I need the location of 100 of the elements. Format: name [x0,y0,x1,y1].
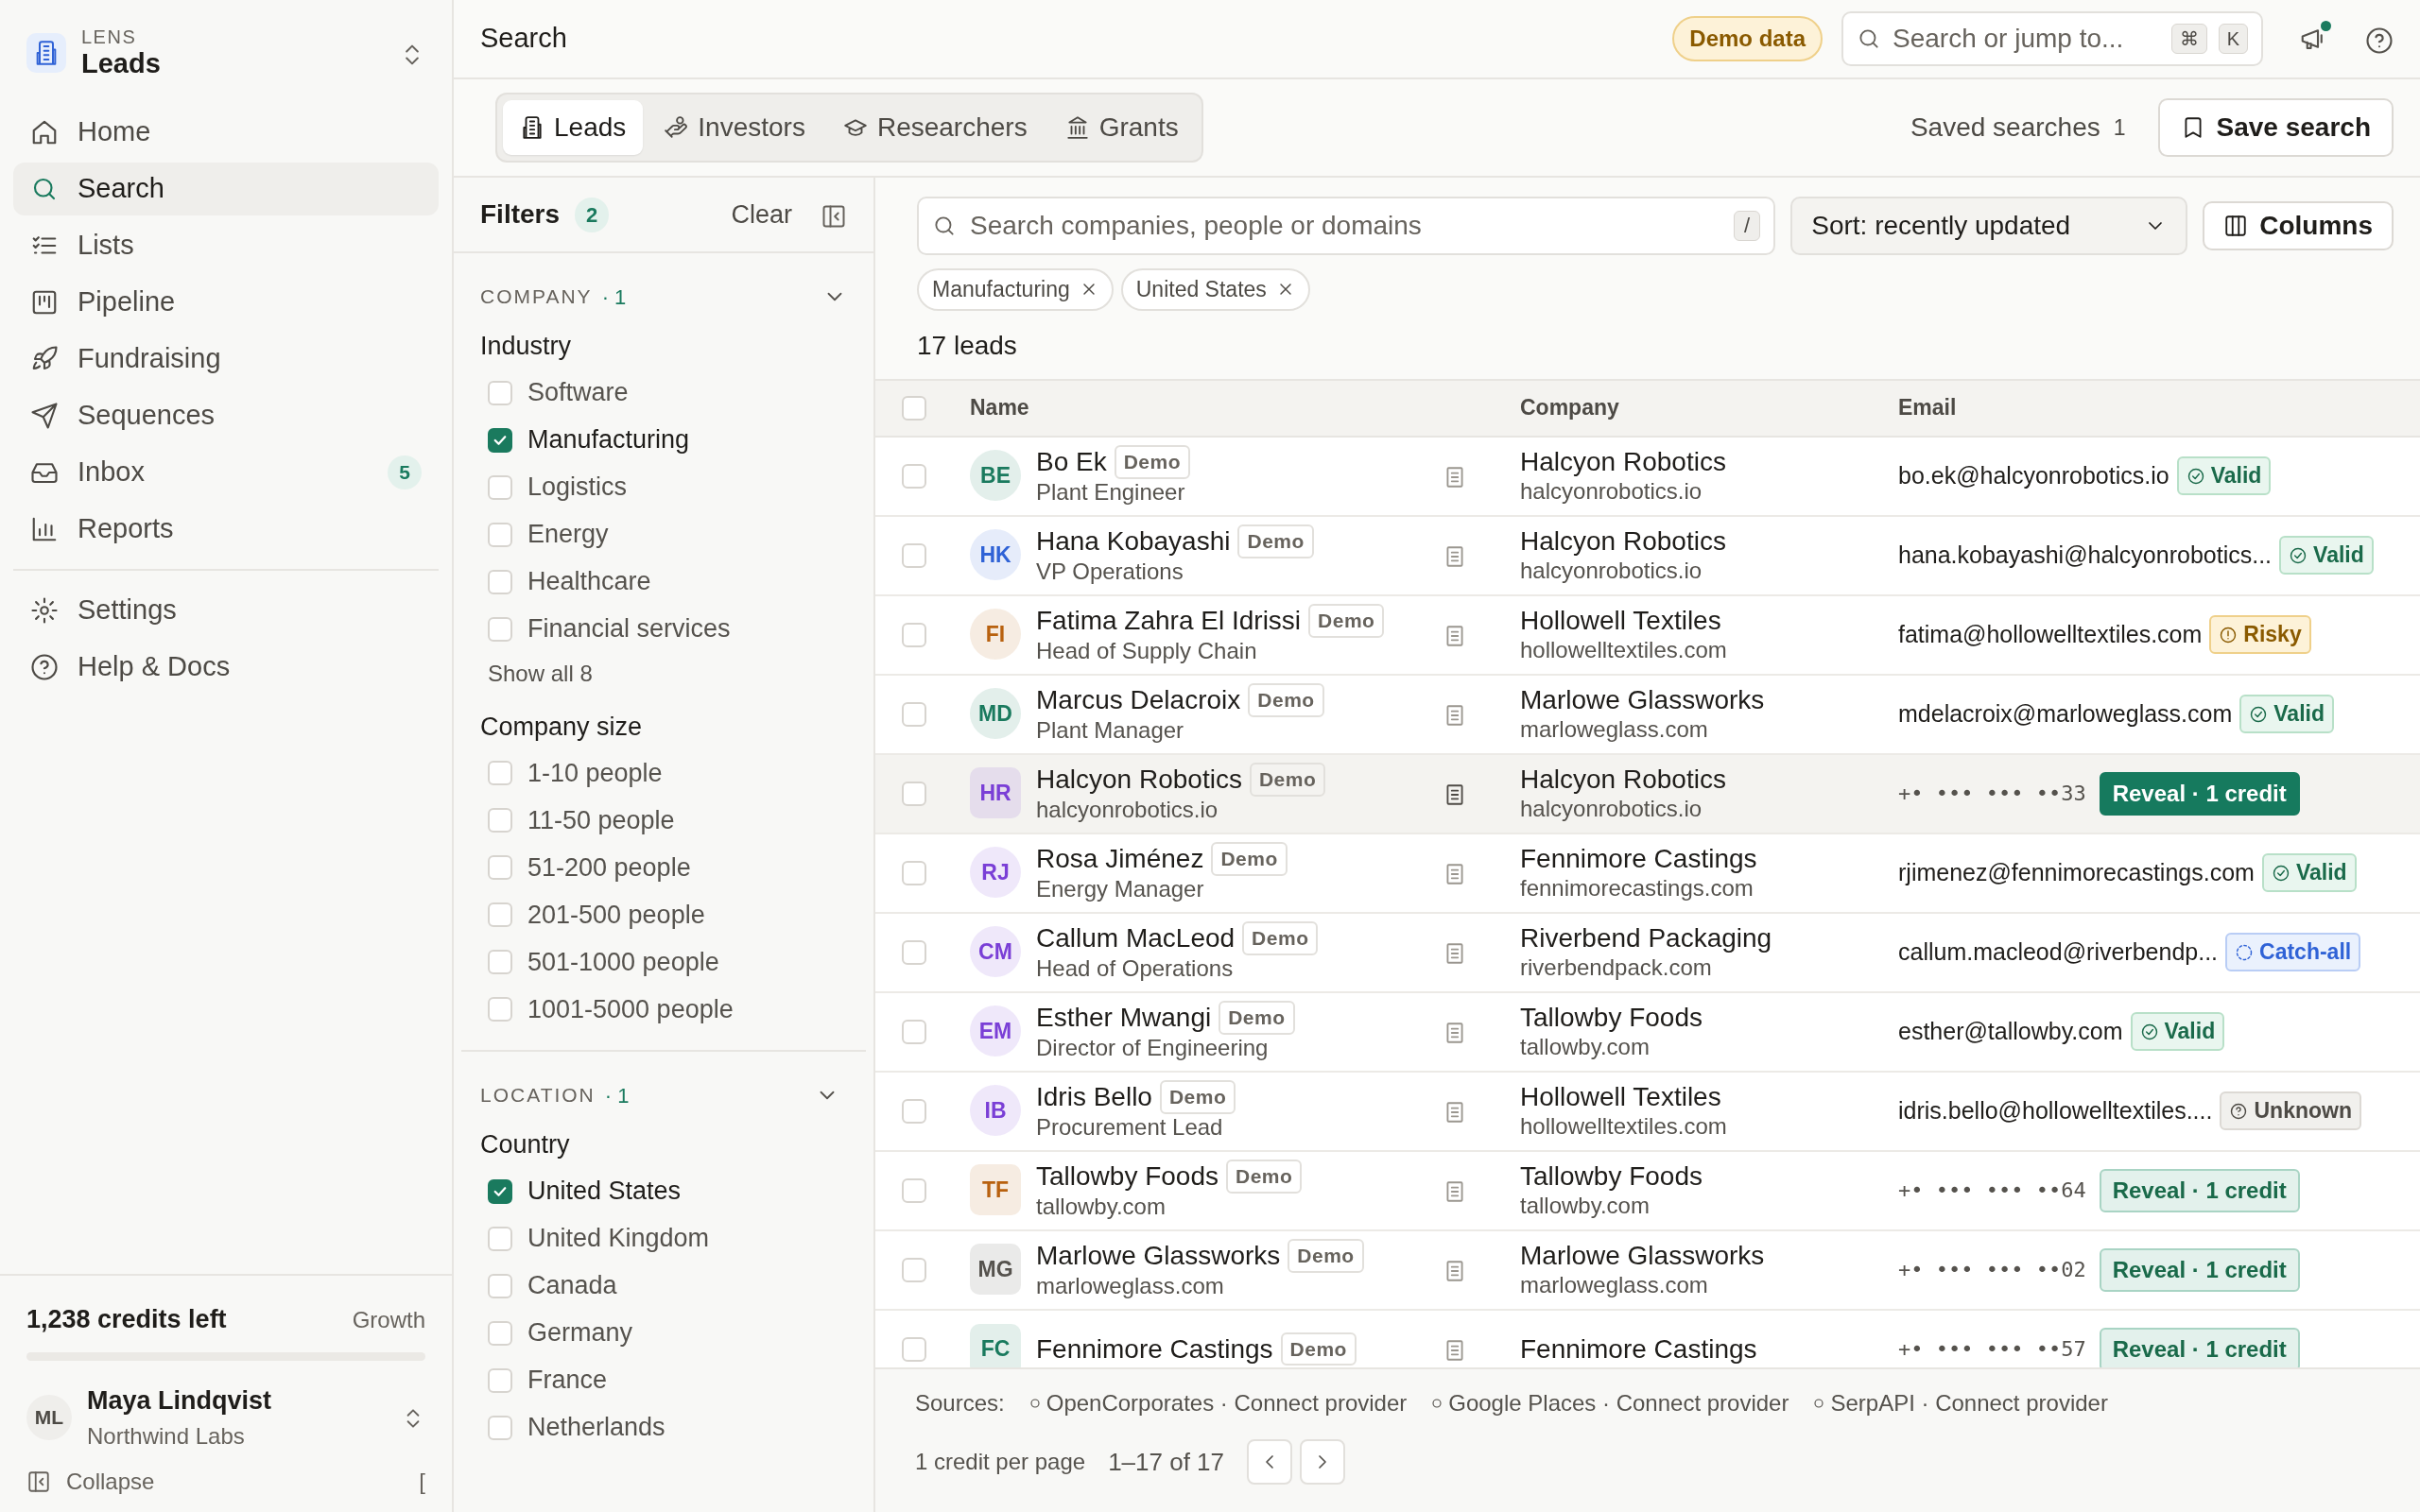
lead-name[interactable]: Idris Bello [1036,1081,1152,1113]
help-icon[interactable] [2365,26,2394,55]
plan-name: Growth [352,1306,425,1334]
avatar: FI [970,609,1021,661]
save-search-button[interactable]: Save search [2157,98,2394,157]
reveal-button[interactable]: Reveal · 1 credit [2099,1168,2300,1212]
table-row[interactable]: HK Hana Kobayashi Demo VP Operations Halcyon Robotics halcyonrobotics.io hana.kobayashi@halcyonrobotics... Valid [875,516,2420,596]
source-link[interactable]: OpenCorporates · Connect provider [1046,1386,1408,1420]
company-name: Hollowell Textiles [1520,1081,1722,1113]
lead-name[interactable]: Rosa Jiménez [1036,843,1204,875]
company-domain: fennimorecastings.com [1520,874,1754,902]
lead-name[interactable]: Esther Mwangi [1036,1002,1212,1034]
table-row[interactable]: HR Halcyon Robotics Demo halcyonrobotics.io Halcyon Robotics halcyonrobotics.io +• ••• ••• ••33 Reveal · 1 credit [875,754,2420,834]
company-domain: riverbendpack.com [1520,954,1713,982]
bank-icon [1064,115,1090,140]
columns-icon [2223,214,2249,238]
company-name: Halcyon Robotics [1520,525,1727,558]
nav-item[interactable]: Search [13,163,439,215]
checkbox[interactable] [488,1178,512,1204]
option-label: 501-1000 people [527,946,719,978]
company-domain: halcyonrobotics.io [1520,795,1703,823]
reveal-button[interactable]: Reveal · 1 credit [2099,1247,2300,1292]
nav-item[interactable]: Home [13,106,439,159]
demo-tag: Demo [1114,445,1191,479]
nav-item[interactable]: Settings [13,584,439,637]
company-domain: halcyonrobotics.io [1520,557,1703,585]
lead-name[interactable]: Fatima Zahra El Idrissi [1036,605,1302,637]
search-field[interactable]: Search companies, people or domains / [917,197,1776,255]
tab[interactable]: Leads [503,100,644,155]
table-row[interactable]: IB Idris Bello Demo Procurement Lead Hollowell Textiles hollowelltextiles.com idris.bello@hollowelltextiles.... Unknown [875,1072,2420,1152]
table-row[interactable]: CM Callum MacLeod Demo Head of Operations Riverbend Packaging riverbendpack.com callum.macleod@riverbendp... Catch-all [875,913,2420,993]
option-label: Healthcare [527,566,651,598]
table-row[interactable]: RJ Rosa Jiménez Demo Energy Manager Fennimore Castings fennimorecastings.com rjimenez@fennimorecastings.com Valid [875,833,2420,914]
table-row[interactable]: MG Marlowe Glassworks Demo marloweglass.com Marlowe Glassworks marloweglass.com +• ••• ••• ••02 Reveal · 1 credit [875,1230,2420,1311]
filter-chip[interactable]: United States [1120,268,1310,311]
sort-dropdown[interactable]: Sort: recently updated [1790,197,2188,255]
send-icon [30,402,59,430]
status-badge: Valid [2279,536,2374,575]
option-label: Germany [527,1317,633,1349]
table-row[interactable]: FI Fatima Zahra El Idrissi Demo Head of Supply Chain Hollowell Textiles hollowelltextiles.com fatima@hollowelltextiles.com Risky [875,595,2420,676]
company-logo: MG [970,1244,1021,1296]
tab[interactable]: Researchers [825,100,1045,155]
source-link[interactable]: Google Places · Connect provider [1448,1386,1789,1420]
lead-name[interactable]: Tallowby Foods [1036,1160,1219,1193]
global-search-field[interactable]: Search or jump to... ⌘ K [1841,11,2263,66]
lead-name[interactable]: Halcyon Robotics [1036,764,1242,796]
table-row[interactable]: FC Fennimore Castings Demo Fennimore Castings +• ••• ••• ••57 Reveal · 1 credit [875,1310,2420,1367]
lead-subtitle: Procurement Lead [1036,1113,1224,1142]
filter-chip[interactable]: Manufacturing [917,268,1114,311]
masked-phone: +• ••• ••• ••33 [1898,781,2086,807]
previous-page-button[interactable] [1247,1439,1292,1485]
active-filter-count: · 1 [604,1082,630,1109]
nav-item[interactable]: Fundraising [13,333,439,386]
source-link[interactable]: SerpAPI · Connect provider [1830,1386,2108,1420]
nav-item[interactable]: Lists [13,219,439,272]
clear-button[interactable]: Clear [731,195,792,234]
email-address: hana.kobayashi@halcyonrobotics... [1898,540,2273,570]
nav-item[interactable]: Pipeline [13,276,439,329]
masked-phone: +• ••• ••• ••64 [1898,1177,2086,1204]
lead-subtitle: VP Operations [1036,558,1184,586]
lead-name[interactable]: Bo Ek [1036,446,1107,478]
collapse-link[interactable]: Collapse [66,1465,155,1499]
tab[interactable]: Grants [1047,100,1196,155]
show-all-link[interactable]: Show all 8 [480,652,847,695]
lead-subtitle: Director of Engineering [1036,1034,1270,1062]
email-address: rjimenez@fennimorecastings.com [1898,857,2255,887]
table-row[interactable]: TF Tallowby Foods Demo tallowby.com Tallowby Foods tallowby.com +• ••• ••• ••64 Reveal · 1 credit [875,1151,2420,1231]
table-row[interactable]: EM Esther Mwangi Demo Director of Engineering Tallowby Foods tallowby.com esther@tallowby.com Valid [875,992,2420,1073]
select-all-checkbox[interactable] [902,395,926,421]
home-icon [30,118,59,146]
table-row[interactable]: BE Bo Ek Demo Plant Engineer Halcyon Robotics halcyonrobotics.io bo.ek@halcyonrobotics.io Valid [875,437,2420,517]
demo-tag: Demo [1219,1001,1295,1035]
company-logo: HR [970,767,1021,819]
reveal-button[interactable]: Reveal · 1 credit [2099,771,2300,816]
nav-item[interactable]: Help & Docs [13,641,439,694]
company-name: Marlowe Glassworks [1520,1240,1766,1272]
nav-item[interactable]: Reports [13,503,439,556]
section-heading: COMPANY [480,284,593,310]
email-address: esther@tallowby.com [1898,1016,2123,1046]
bar-chart-icon [30,515,59,543]
lead-name[interactable]: Hana Kobayashi [1036,525,1231,558]
nav-item[interactable]: Sequences [13,389,439,442]
status-badge: Catch-all [2225,933,2361,971]
saved-searches-link[interactable]: Saved searches [1910,108,2100,147]
sources-label: Sources: [915,1389,1005,1418]
reveal-button[interactable]: Reveal · 1 credit [2099,1327,2300,1367]
tab[interactable]: Investors [647,100,822,155]
table-row[interactable]: MD Marcus Delacroix Demo Plant Manager Marlowe Glassworks marloweglass.com mdelacroix@marloweglass.com Valid [875,675,2420,755]
lead-name[interactable]: Callum MacLeod [1036,922,1236,954]
help-icon [30,653,59,681]
checkbox[interactable] [488,427,512,453]
company-domain: tallowby.com [1520,1033,1651,1061]
columns-button[interactable]: Columns [2203,201,2394,250]
lead-name[interactable]: Marcus Delacroix [1036,684,1241,716]
lead-name[interactable]: Fennimore Castings [1036,1332,1273,1366]
lead-name[interactable]: Marlowe Glassworks [1036,1240,1281,1272]
result-count: 17 leads [917,329,1018,362]
shortcut-key: K [2218,24,2248,54]
nav-item[interactable]: Inbox 5 [13,446,439,499]
next-page-button[interactable] [1300,1439,1345,1485]
